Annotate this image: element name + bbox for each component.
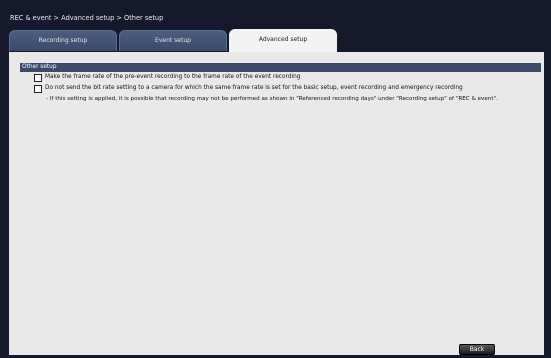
no-bit-rate-send-checkbox[interactable] (34, 84, 42, 93)
tab-advanced-setup[interactable]: Advanced setup (229, 29, 337, 52)
tab-recording-setup[interactable]: Recording setup (9, 30, 117, 51)
option-pre-event-frame-rate: Make the frame rate of the pre-event rec… (34, 73, 300, 82)
tab-event-setup[interactable]: Event setup (119, 30, 227, 51)
breadcrumb: REC & event > Advanced setup > Other set… (10, 14, 164, 22)
section-header-other-setup: Other setup (20, 63, 541, 72)
back-button[interactable]: Back (459, 344, 495, 355)
setting-note: - If this setting is applied, it is poss… (46, 96, 498, 102)
option-label: Do not send the bit rate setting to a ca… (45, 85, 463, 91)
other-setup-screen: REC & event > Advanced setup > Other set… (0, 0, 551, 358)
tab-bar: Recording setup Event setup Advanced set… (9, 29, 543, 52)
option-label: Make the frame rate of the pre-event rec… (45, 74, 301, 80)
content-panel: Other setup Make the frame rate of the p… (9, 52, 544, 355)
pre-event-frame-rate-checkbox[interactable] (34, 73, 42, 82)
option-no-bit-rate-send: Do not send the bit rate setting to a ca… (34, 84, 463, 93)
